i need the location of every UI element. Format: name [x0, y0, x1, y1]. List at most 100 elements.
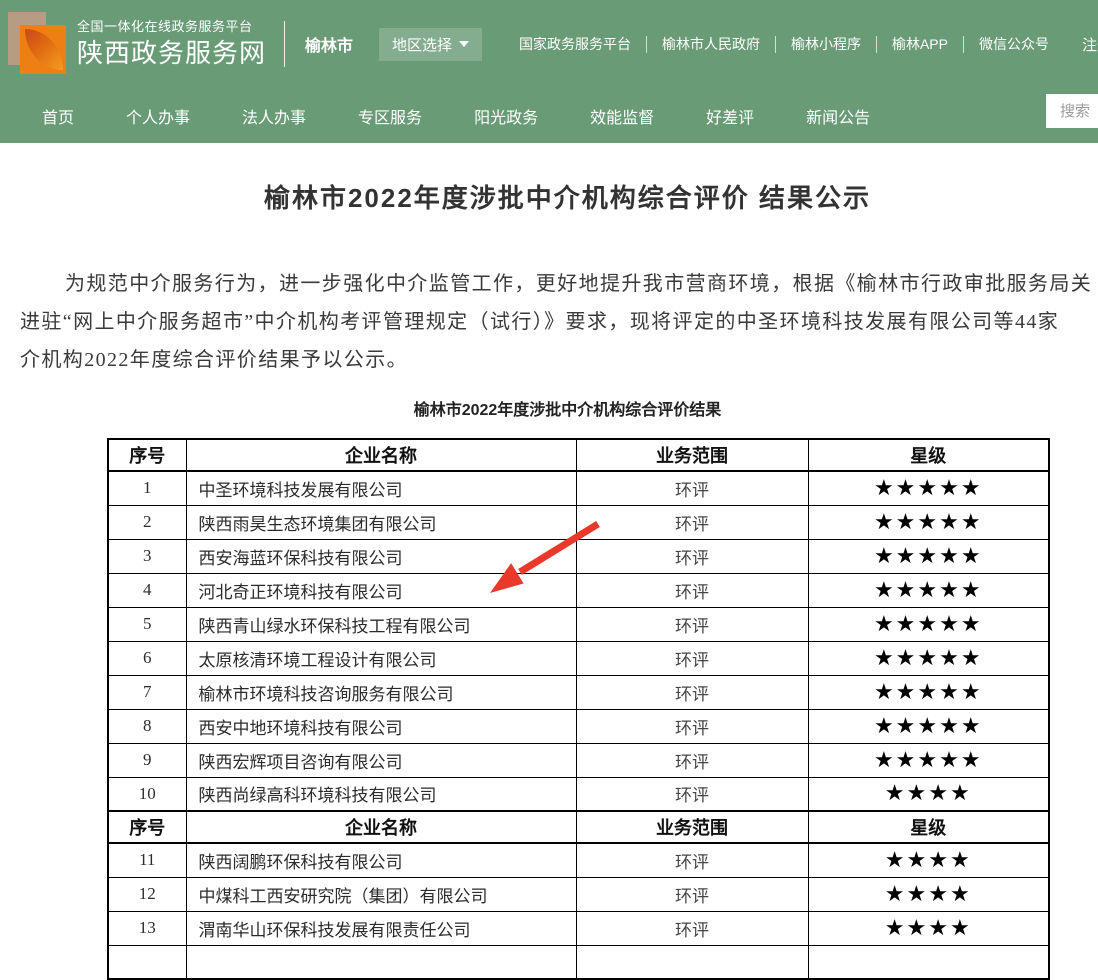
- star-rating: ★★★★★: [808, 539, 1049, 573]
- nav-item-2[interactable]: 个人办事: [126, 104, 190, 128]
- site-name: 陕西政务服务网: [77, 39, 266, 69]
- paragraph-line-2: 进驻“网上中介服务超市”中介机构考评管理规定（试行）》要求，现将评定的中圣环境科…: [20, 303, 1098, 341]
- table-header-row: 序号企业名称业务范围星级: [108, 439, 1049, 471]
- company-name: 陕西雨昊生态环境集团有限公司: [186, 505, 576, 539]
- star-rating: ★★★★: [808, 777, 1049, 811]
- star-rating: ★★★★: [808, 911, 1049, 945]
- nav-item-4[interactable]: 专区服务: [358, 104, 422, 128]
- table-row: 13渭南华山环保科技发展有限责任公司环评★★★★: [108, 911, 1049, 945]
- company-name: 西安中地环境科技有限公司: [186, 709, 576, 743]
- company-name: 中煤科工西安研究院（集团）有限公司: [186, 877, 576, 911]
- document-area: 榆林市2022年度涉批中介机构综合评价 结果公示 为规范中介服务行为，进一步强化…: [0, 178, 1098, 980]
- nav-item-1[interactable]: 首页: [42, 104, 74, 128]
- table-row: 9陕西宏辉项目咨询有限公司环评★★★★★: [108, 743, 1049, 777]
- nav-item-5[interactable]: 阳光政务: [474, 104, 538, 128]
- table-row: 7榆林市环境科技咨询服务有限公司环评★★★★★: [108, 675, 1049, 709]
- business-scope: 环评: [576, 607, 808, 641]
- column-header-name: 企业名称: [186, 811, 576, 843]
- table-row: 3西安海蓝环保科技有限公司环评★★★★★: [108, 539, 1049, 573]
- star-rating: ★★★★★: [808, 607, 1049, 641]
- company-name: 河北奇正环境科技有限公司: [186, 573, 576, 607]
- company-name: 陕西尚绿高科环境科技有限公司: [186, 777, 576, 811]
- column-header-scope: 业务范围: [576, 811, 808, 843]
- row-number: 9: [108, 743, 186, 777]
- star-rating: ★★★★★: [808, 505, 1049, 539]
- row-number: 13: [108, 911, 186, 945]
- company-name: 中圣环境科技发展有限公司: [186, 471, 576, 505]
- column-header-stars: 星级: [808, 811, 1049, 843]
- column-header-scope: 业务范围: [576, 439, 808, 471]
- table-caption: 榆林市2022年度涉批中介机构综合评价结果: [0, 396, 1098, 420]
- row-number: 1: [108, 471, 186, 505]
- business-scope: 环评: [576, 573, 808, 607]
- business-scope: 环评: [576, 877, 808, 911]
- paragraph-line-3: 介机构2022年度综合评价结果予以公示。: [20, 341, 1098, 379]
- column-header-stars: 星级: [808, 439, 1049, 471]
- star-rating: ★★★★★: [808, 471, 1049, 505]
- search-input[interactable]: [1046, 94, 1098, 128]
- star-rating: ★★★★★: [808, 641, 1049, 675]
- business-scope: 环评: [576, 505, 808, 539]
- company-name: 陕西宏辉项目咨询有限公司: [186, 743, 576, 777]
- caret-down-icon: [459, 41, 469, 47]
- top-link-3[interactable]: 榆林小程序: [776, 34, 876, 54]
- business-scope: 环评: [576, 471, 808, 505]
- row-number: 6: [108, 641, 186, 675]
- top-links: 国家政务服务平台榆林市人民政府榆林小程序榆林APP微信公众号: [504, 34, 1064, 54]
- region-select-button[interactable]: 地区选择: [379, 28, 482, 61]
- company-name: 陕西阔鹏环保科技有限公司: [186, 843, 576, 877]
- empty-cell: [108, 945, 186, 979]
- row-number: 11: [108, 843, 186, 877]
- top-link-5[interactable]: 微信公众号: [964, 34, 1064, 54]
- table-row: 2陕西雨昊生态环境集团有限公司环评★★★★★: [108, 505, 1049, 539]
- business-scope: 环评: [576, 641, 808, 675]
- header-divider: [284, 21, 285, 67]
- company-name: 渭南华山环保科技发展有限责任公司: [186, 911, 576, 945]
- row-number: 5: [108, 607, 186, 641]
- table-row: 10陕西尚绿高科环境科技有限公司环评★★★★: [108, 777, 1049, 811]
- nav-item-3[interactable]: 法人办事: [242, 104, 306, 128]
- top-link-4[interactable]: 榆林APP: [877, 34, 963, 54]
- row-number: 7: [108, 675, 186, 709]
- star-rating: ★★★★★: [808, 743, 1049, 777]
- row-number: 2: [108, 505, 186, 539]
- table-row-partial: [108, 945, 1049, 979]
- site-header: 全国一体化在线政务服务平台 陕西政务服务网 榆林市 地区选择 国家政务服务平台榆…: [0, 0, 1098, 143]
- nav-item-7[interactable]: 好差评: [706, 104, 754, 128]
- row-number: 10: [108, 777, 186, 811]
- table-row: 8西安中地环境科技有限公司环评★★★★★: [108, 709, 1049, 743]
- region-select-label: 地区选择: [392, 34, 452, 55]
- star-rating: ★★★★: [808, 877, 1049, 911]
- company-name: 西安海蓝环保科技有限公司: [186, 539, 576, 573]
- star-rating: ★★★★: [808, 843, 1049, 877]
- search-box: [1046, 94, 1098, 128]
- table-row: 5陕西青山绿水环保科技工程有限公司环评★★★★★: [108, 607, 1049, 641]
- company-name: 榆林市环境科技咨询服务有限公司: [186, 675, 576, 709]
- empty-cell: [808, 945, 1049, 979]
- rating-table-body: 序号企业名称业务范围星级1中圣环境科技发展有限公司环评★★★★★2陕西雨昊生态环…: [108, 439, 1049, 979]
- nav-item-6[interactable]: 效能监督: [590, 104, 654, 128]
- row-number: 12: [108, 877, 186, 911]
- register-link[interactable]: 注册: [1082, 34, 1098, 55]
- company-name: 陕西青山绿水环保科技工程有限公司: [186, 607, 576, 641]
- logo-front-square: [20, 25, 66, 74]
- top-link-2[interactable]: 榆林市人民政府: [647, 34, 775, 54]
- business-scope: 环评: [576, 743, 808, 777]
- rating-table: 序号企业名称业务范围星级1中圣环境科技发展有限公司环评★★★★★2陕西雨昊生态环…: [107, 438, 1050, 980]
- top-link-1[interactable]: 国家政务服务平台: [504, 34, 646, 54]
- current-city-label: 榆林市: [305, 32, 353, 56]
- business-scope: 环评: [576, 911, 808, 945]
- star-rating: ★★★★★: [808, 675, 1049, 709]
- business-scope: 环评: [576, 777, 808, 811]
- table-row: 4河北奇正环境科技有限公司环评★★★★★: [108, 573, 1049, 607]
- paragraph-line-1: 为规范中介服务行为，进一步强化中介监管工作，更好地提升我市营商环境，根据《榆林市…: [20, 265, 1098, 303]
- business-scope: 环评: [576, 675, 808, 709]
- row-number: 4: [108, 573, 186, 607]
- table-header-row: 序号企业名称业务范围星级: [108, 811, 1049, 843]
- empty-cell: [186, 945, 576, 979]
- nav-item-8[interactable]: 新闻公告: [806, 104, 870, 128]
- column-header-name: 企业名称: [186, 439, 576, 471]
- table-row: 1中圣环境科技发展有限公司环评★★★★★: [108, 471, 1049, 505]
- row-number: 3: [108, 539, 186, 573]
- header-top-row: 全国一体化在线政务服务平台 陕西政务服务网 榆林市 地区选择 国家政务服务平台榆…: [0, 0, 1098, 88]
